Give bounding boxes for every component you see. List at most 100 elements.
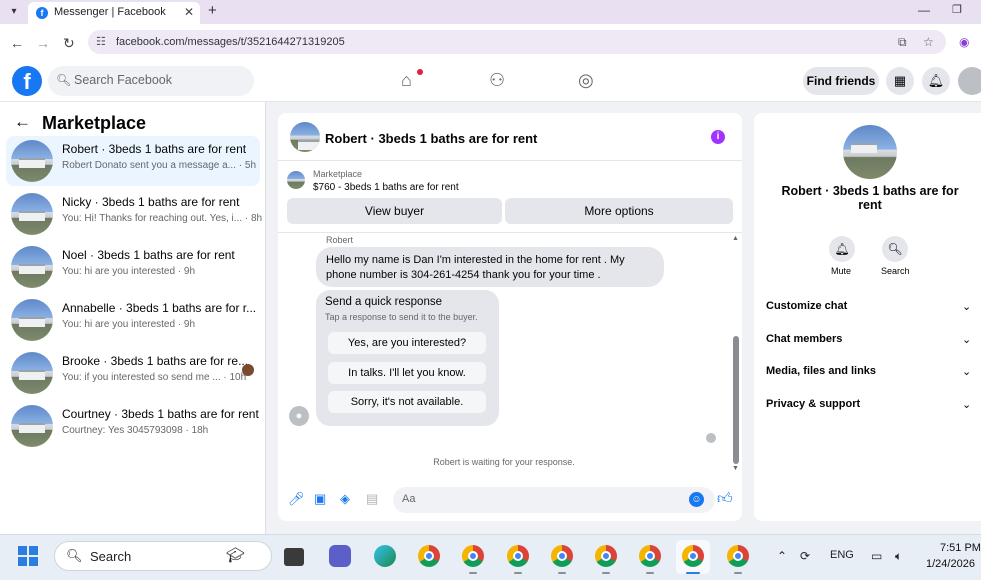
clock-time[interactable]: 7:51 PM [940, 542, 981, 554]
search-icon[interactable]: 🔍︎ [882, 236, 908, 262]
running-indicator [602, 572, 610, 574]
url-text[interactable]: facebook.com/messages/t/3521644271319205 [116, 36, 345, 48]
clock-date[interactable]: 1/24/2026 [926, 558, 975, 570]
mute-label: Mute [831, 266, 852, 276]
photo-icon[interactable]: ▣ [314, 491, 326, 507]
info-icon[interactable]: i [711, 130, 725, 144]
search-placeholder: Search Facebook [74, 73, 172, 87]
menu-grid-icon[interactable]: ▦ [886, 67, 914, 95]
listing-thumbnail [11, 193, 53, 235]
back-arrow-icon[interactable]: ← [14, 112, 31, 132]
chevron-down-icon[interactable]: ⌄ [962, 365, 971, 378]
microphone-icon[interactable]: 🎤︎ [288, 491, 305, 507]
volume-icon[interactable]: 🔈︎ [895, 549, 902, 564]
restore-icon[interactable]: ❐ [952, 3, 962, 16]
profile-thumbnail[interactable] [843, 125, 897, 179]
conversation-item[interactable]: Noel · 3beds 1 baths are for rent You: h… [6, 242, 260, 292]
listing-thumbnail [11, 299, 53, 341]
facebook-logo-icon[interactable]: f [12, 66, 42, 96]
listing-thumbnail [11, 405, 53, 447]
account-avatar[interactable] [958, 67, 981, 95]
chat-listing-thumbnail[interactable] [290, 122, 320, 152]
view-buyer-button[interactable]: View buyer [287, 198, 502, 224]
customize-chat-section[interactable]: Customize chat [766, 300, 847, 312]
conversation-name: Brooke · 3beds 1 baths are for re... [62, 354, 249, 368]
conversation-item[interactable]: Courtney · 3beds 1 baths are for rent Co… [6, 401, 260, 451]
conversation-item[interactable]: Annabelle · 3beds 1 baths are for r... Y… [6, 295, 260, 345]
chrome-profile-icon[interactable] [727, 545, 749, 567]
file-explorer-icon[interactable] [284, 548, 304, 566]
chat-members-section[interactable]: Chat members [766, 333, 842, 345]
browser-tab[interactable]: f Messenger | Facebook ✕ [28, 2, 200, 24]
sender-name: Robert [326, 235, 354, 245]
chrome-profile-icon[interactable] [462, 545, 484, 567]
bookmark-star-icon[interactable]: ☆ [923, 35, 934, 49]
chrome-profile-icon[interactable] [551, 545, 573, 567]
search-icon: 🔍︎ [66, 548, 83, 563]
listing-title[interactable]: $760 - 3beds 1 baths are for rent [313, 182, 459, 193]
reload-icon[interactable]: ↻ [63, 35, 75, 52]
quick-reply-button[interactable]: Yes, are you interested? [328, 332, 486, 354]
forward-icon[interactable]: → [36, 35, 50, 51]
chat-title[interactable]: Robert · 3beds 1 baths are for rent [325, 131, 537, 146]
friends-icon[interactable]: ⚇ [489, 70, 505, 91]
conversation-name: Robert · 3beds 1 baths are for rent [62, 142, 247, 156]
scrollbar-thumb[interactable] [733, 336, 739, 464]
conversation-item[interactable]: Nicky · 3beds 1 baths are for rent You: … [6, 189, 262, 239]
quick-response-title: Send a quick response [325, 296, 442, 308]
windows-start-icon[interactable] [18, 546, 38, 566]
teams-icon[interactable] [329, 545, 351, 567]
find-friends-button[interactable]: Find friends [803, 67, 879, 95]
site-info-icon[interactable]: ☷ [96, 35, 106, 48]
chevron-up-icon[interactable]: ⌃ [777, 549, 787, 563]
waiting-status: Robert is waiting for your response. [433, 457, 575, 467]
groups-icon[interactable]: ◎ [578, 70, 594, 91]
chrome-profile-icon[interactable] [682, 545, 704, 567]
search-label: Search [881, 266, 910, 276]
install-app-icon[interactable]: ⧉ [898, 35, 907, 50]
chevron-down-icon[interactable]: ⌄ [962, 398, 971, 411]
conversation-item[interactable]: Robert · 3beds 1 baths are for rent Robe… [6, 136, 260, 186]
marketplace-label: Marketplace [313, 169, 363, 179]
conversation-name: Courtney · 3beds 1 baths are for rent [62, 407, 259, 421]
profile-icon[interactable]: ◉ [959, 35, 969, 49]
chrome-icon[interactable] [418, 545, 440, 567]
divider [278, 160, 742, 161]
scroll-down-arrow-icon[interactable]: ▼ [732, 465, 739, 472]
conversation-item[interactable]: Brooke · 3beds 1 baths are for re... You… [6, 348, 260, 398]
home-icon[interactable]: ⌂ [401, 70, 412, 91]
sticker-icon[interactable]: ◈ [340, 491, 350, 507]
chrome-profile-icon[interactable] [507, 545, 529, 567]
language-indicator[interactable]: ENG [830, 549, 854, 561]
scroll-up-arrow-icon[interactable]: ▲ [732, 235, 739, 242]
running-indicator [469, 572, 477, 574]
message-input[interactable] [393, 487, 715, 513]
display-icon[interactable]: ▭ [871, 549, 882, 563]
quick-reply-button[interactable]: In talks. I'll let you know. [328, 362, 486, 384]
minimize-icon[interactable]: — [918, 3, 930, 17]
conversation-preview: You: hi are you interested · 9h [62, 319, 196, 330]
thumbs-up-icon[interactable]: 👍︎ [717, 490, 733, 508]
search-icon: 🔍︎ [56, 73, 72, 87]
back-icon[interactable]: ← [10, 35, 24, 51]
edge-icon[interactable] [374, 545, 396, 567]
conversation-preview: You: if you interested so send me ... · … [62, 372, 247, 383]
privacy-support-section[interactable]: Privacy & support [766, 398, 860, 410]
notifications-bell-icon[interactable]: 🔔︎ [922, 67, 950, 95]
sync-icon[interactable]: ⟳ [800, 549, 810, 563]
chrome-profile-icon[interactable] [595, 545, 617, 567]
chrome-profile-icon[interactable] [639, 545, 661, 567]
mute-bell-icon[interactable]: 🔔︎ [829, 236, 855, 262]
gif-icon[interactable]: ▤ [366, 491, 378, 507]
chevron-down-icon[interactable]: ⌄ [962, 333, 971, 346]
new-tab-icon[interactable]: + [208, 2, 217, 19]
chevron-down-icon[interactable]: ⌄ [962, 300, 971, 313]
emoji-icon[interactable]: ☺ [689, 492, 704, 507]
media-files-section[interactable]: Media, files and links [766, 365, 876, 377]
more-options-button[interactable]: More options [505, 198, 733, 224]
running-indicator [734, 572, 742, 574]
quick-response-subtitle: Tap a response to send it to the buyer. [325, 312, 478, 322]
quick-reply-button[interactable]: Sorry, it's not available. [328, 391, 486, 413]
tab-list-icon[interactable]: ▾ [6, 4, 22, 20]
close-icon[interactable]: ✕ [184, 5, 194, 19]
